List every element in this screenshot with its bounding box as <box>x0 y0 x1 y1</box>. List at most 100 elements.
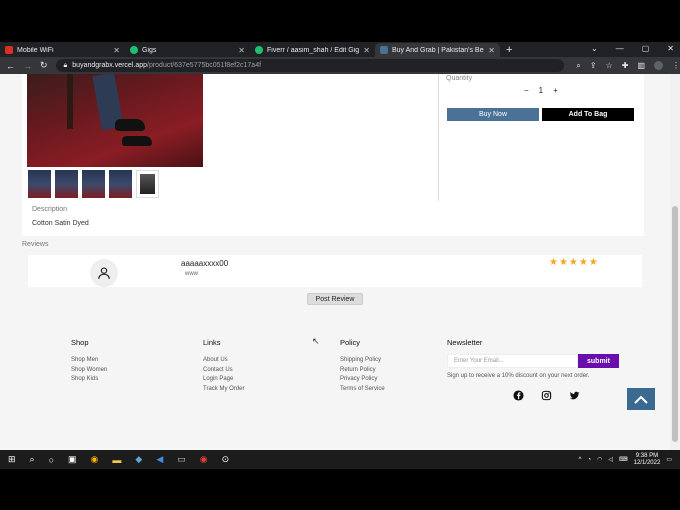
system-tray: ^ ◔ ◠ ◁ ⌨ 9:38 PM 12/1/2022 ▭ <box>579 450 672 469</box>
taskbar-icons: ⊞ ⌕ ○ ▣ ◉ ▬ ◆ ◀ ▭ ◉ ⊙ <box>0 454 229 465</box>
side-panel-icon[interactable]: ▥ <box>637 61 645 71</box>
footer-link-track-order[interactable]: Track My Order <box>203 386 244 392</box>
tab-mobile-wifi[interactable]: Mobile WiFi ✕ <box>0 43 125 57</box>
zoom-icon[interactable]: ⌕ <box>576 61 580 71</box>
quantity-label: Quantity <box>446 75 473 82</box>
footer-link-return[interactable]: Return Policy <box>340 367 385 373</box>
add-to-bag-button[interactable]: Add To Bag <box>542 108 634 121</box>
social-links <box>513 388 580 401</box>
maximize-icon[interactable]: ▢ <box>642 42 650 56</box>
divider <box>438 74 439 201</box>
chrome-active-icon[interactable]: ◉ <box>200 454 208 465</box>
product-thumbnails <box>28 170 159 198</box>
facebook-icon[interactable] <box>513 388 524 401</box>
footer-heading: Shop <box>71 338 89 347</box>
volume-icon[interactable]: ◁ <box>608 456 613 463</box>
tab-buy-and-grab[interactable]: Buy And Grab | Pakistan's Best O ✕ <box>375 43 500 57</box>
close-icon[interactable]: ✕ <box>363 46 370 55</box>
wifi-icon[interactable]: ◠ <box>597 456 602 463</box>
chrome-icon[interactable]: ◉ <box>91 454 99 465</box>
rating-stars: ★★★★★ <box>549 257 599 268</box>
close-icon[interactable]: ✕ <box>238 46 245 55</box>
app-icon[interactable]: ▭ <box>177 454 186 465</box>
app-icon[interactable]: ◆ <box>135 454 142 465</box>
mouse-cursor-icon: ↖ <box>312 336 320 346</box>
tab-title: Gigs <box>142 46 157 54</box>
chevron-up-icon <box>634 395 648 404</box>
close-icon[interactable]: ✕ <box>113 46 120 55</box>
tab-favicon-icon <box>255 46 263 54</box>
reviewer-name: aaaaaxxxx00 <box>181 259 229 268</box>
user-avatar-icon <box>90 259 118 287</box>
page-scrollbar[interactable] <box>670 74 680 450</box>
cortana-icon[interactable]: ○ <box>49 455 54 465</box>
footer-policy-column: Policy Shipping Policy Return Policy Pri… <box>340 338 385 395</box>
close-window-icon[interactable]: ✕ <box>667 42 674 56</box>
tab-gigs[interactable]: Gigs ✕ <box>125 43 250 57</box>
language-icon[interactable]: ⌨ <box>619 456 628 463</box>
buy-now-button[interactable]: Buy Now <box>447 108 539 121</box>
tab-favicon-icon <box>5 46 13 54</box>
quantity-value: 1 <box>538 86 544 95</box>
notifications-icon[interactable]: ▭ <box>666 456 672 463</box>
product-thumbnail[interactable] <box>109 170 132 198</box>
tab-title: Mobile WiFi <box>17 46 54 54</box>
scroll-to-top-button[interactable] <box>627 388 655 410</box>
newsletter-submit-button[interactable]: submit <box>578 354 619 368</box>
search-icon[interactable]: ⌕ <box>30 454 35 465</box>
bookmark-star-icon[interactable]: ☆ <box>606 61 613 71</box>
instagram-icon[interactable] <box>541 388 552 401</box>
scrollbar-thumb[interactable] <box>672 206 678 442</box>
vscode-icon[interactable]: ◀ <box>156 454 163 465</box>
forward-icon[interactable]: → <box>23 61 32 71</box>
windows-start-icon[interactable]: ⊞ <box>8 454 16 465</box>
product-thumbnail[interactable] <box>82 170 105 198</box>
twitter-icon[interactable] <box>569 388 580 400</box>
footer-link-terms[interactable]: Terms of Service <box>340 386 385 392</box>
clock[interactable]: 9:38 PM 12/1/2022 <box>634 453 661 467</box>
url-path: /product/637e5775bc051f8ef2c17a4f <box>147 62 262 69</box>
menu-kebab-icon[interactable]: ⋮ <box>672 61 680 71</box>
footer-link-shipping[interactable]: Shipping Policy <box>340 357 385 363</box>
quantity-plus-button[interactable]: + <box>553 86 558 95</box>
description-value: Cotton Satin Dyed <box>32 220 89 227</box>
minimize-icon[interactable]: — <box>616 42 624 56</box>
product-thumbnail-selected[interactable] <box>136 170 159 198</box>
footer-link-login[interactable]: Login Page <box>203 376 244 382</box>
address-bar[interactable]: 🔒︎ buyandgrabx.vercel.app/product/637e57… <box>55 59 565 72</box>
new-tab-button[interactable]: + <box>506 43 512 57</box>
browser-toolbar: ← → ↻ 🔒︎ buyandgrabx.vercel.app/product/… <box>0 57 680 74</box>
file-explorer-icon[interactable]: ▬ <box>112 455 121 465</box>
footer-link-shop-kids[interactable]: Shop Kids <box>71 376 107 382</box>
window-controls: ⌄ — ▢ ✕ <box>591 42 674 56</box>
footer-link-shop-men[interactable]: Shop Men <box>71 357 107 363</box>
tab-search-icon[interactable]: ⌄ <box>591 42 598 56</box>
share-icon[interactable]: ⇪ <box>590 61 597 71</box>
post-review-button[interactable]: Post Review <box>307 293 363 305</box>
network-icon[interactable]: ◔ <box>587 457 591 463</box>
back-icon[interactable]: ← <box>6 61 15 71</box>
close-icon[interactable]: ✕ <box>488 46 495 55</box>
quantity-minus-button[interactable]: − <box>524 86 529 95</box>
newsletter-email-input[interactable]: Enter Your Email... <box>447 354 578 368</box>
footer-heading: Newsletter <box>447 338 483 347</box>
chevron-up-icon[interactable]: ^ <box>579 457 582 463</box>
footer-link-contact[interactable]: Contact Us <box>203 367 244 373</box>
footer-link-about[interactable]: About Us <box>203 357 244 363</box>
extensions-icon[interactable]: ✚ <box>622 61 629 71</box>
review-text: www <box>185 271 198 277</box>
footer-link-privacy[interactable]: Privacy Policy <box>340 376 385 382</box>
profile-avatar[interactable] <box>654 60 663 70</box>
product-thumbnail[interactable] <box>28 170 51 198</box>
url-host: buyandgrabx.vercel.app <box>72 62 147 69</box>
tab-title: Fiverr / aasim_shah / Edit Gig <box>267 46 360 54</box>
tab-title: Buy And Grab | Pakistan's Best O <box>392 46 484 54</box>
product-thumbnail[interactable] <box>55 170 78 198</box>
footer-link-shop-women[interactable]: Shop Women <box>71 367 107 373</box>
task-view-icon[interactable]: ▣ <box>68 454 77 465</box>
reload-icon[interactable]: ↻ <box>40 60 48 71</box>
tab-fiverr-edit-gig[interactable]: Fiverr / aasim_shah / Edit Gig ✕ <box>250 43 375 57</box>
newsletter-subtext: Sign up to receive a 10% discount on you… <box>447 373 590 379</box>
app-icon[interactable]: ⊙ <box>222 454 230 465</box>
windows-taskbar: ⊞ ⌕ ○ ▣ ◉ ▬ ◆ ◀ ▭ ◉ ⊙ ^ ◔ ◠ ◁ ⌨ 9:38 PM … <box>0 450 680 469</box>
